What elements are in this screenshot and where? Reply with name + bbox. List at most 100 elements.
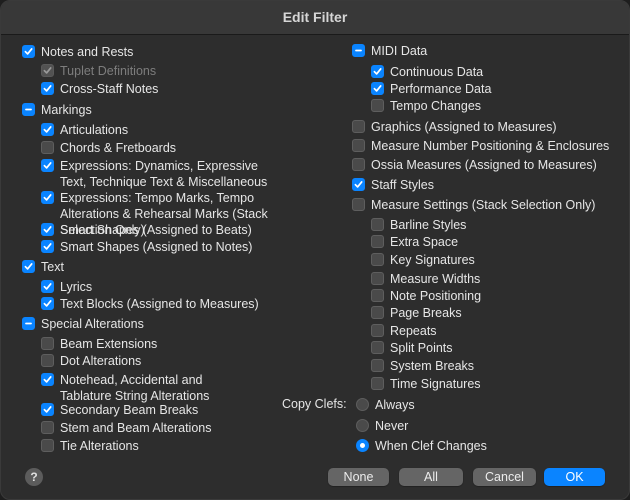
ok-button[interactable]: OK xyxy=(544,468,605,486)
checkbox-label: Text xyxy=(41,260,64,274)
cancel-button[interactable]: Cancel xyxy=(473,468,536,486)
checkbox[interactable] xyxy=(371,377,384,390)
filter-option-stem-and-beam-alterations[interactable]: Stem and Beam Alterations xyxy=(41,420,211,436)
checkbox[interactable] xyxy=(371,359,384,372)
filter-option-text-blocks-assigned-to-measures[interactable]: Text Blocks (Assigned to Measures) xyxy=(41,296,259,312)
radio-button[interactable] xyxy=(356,398,369,411)
filter-option-measure-widths[interactable]: Measure Widths xyxy=(371,271,480,287)
filter-option-performance-data[interactable]: Performance Data xyxy=(371,81,491,97)
checkbox[interactable] xyxy=(352,158,365,171)
filter-option-text[interactable]: Text xyxy=(22,259,64,275)
filter-option-cross-staff-notes[interactable]: Cross-Staff Notes xyxy=(41,81,158,97)
checkbox-label: Barline Styles xyxy=(390,218,467,232)
checkbox-label: Repeats xyxy=(390,324,437,338)
filter-option-extra-space[interactable]: Extra Space xyxy=(371,234,458,250)
checkbox[interactable] xyxy=(41,439,54,452)
checkbox[interactable] xyxy=(41,223,54,236)
checkbox[interactable] xyxy=(371,82,384,95)
checkbox[interactable] xyxy=(41,297,54,310)
checkbox[interactable] xyxy=(41,240,54,253)
checkbox[interactable] xyxy=(371,253,384,266)
filter-option-beam-extensions[interactable]: Beam Extensions xyxy=(41,336,157,352)
radio-button[interactable] xyxy=(356,419,369,432)
checkbox-label: Articulations xyxy=(60,123,129,137)
filter-option-special-alterations[interactable]: Special Alterations xyxy=(22,316,144,332)
filter-option-measure-settings-stack-selection-only[interactable]: Measure Settings (Stack Selection Only) xyxy=(352,197,595,213)
filter-option-tempo-changes[interactable]: Tempo Changes xyxy=(371,98,481,114)
radio-button[interactable] xyxy=(356,439,369,452)
checkbox[interactable] xyxy=(22,103,35,116)
checkbox[interactable] xyxy=(371,65,384,78)
help-button[interactable]: ? xyxy=(25,468,43,486)
none-button[interactable]: None xyxy=(328,468,389,486)
checkbox-label: Extra Space xyxy=(390,235,459,249)
checkbox-label: Measure Number Positioning & Enclosures xyxy=(371,139,610,153)
checkbox[interactable] xyxy=(22,317,35,330)
filter-option-tuplet-definitions: Tuplet Definitions xyxy=(41,63,156,79)
checkbox[interactable] xyxy=(41,403,54,416)
checkbox[interactable] xyxy=(41,354,54,367)
filter-option-smart-shapes-assigned-to-notes[interactable]: Smart Shapes (Assigned to Notes) xyxy=(41,239,252,255)
filter-option-measure-number-positioning-enclosures[interactable]: Measure Number Positioning & Enclosures xyxy=(352,138,609,154)
filter-option-notehead-accidental-and-tablature-string-alterations[interactable]: Notehead, Accidental and Tablature Strin… xyxy=(41,372,220,404)
filter-option-ossia-measures-assigned-to-measures[interactable]: Ossia Measures (Assigned to Measures) xyxy=(352,157,597,173)
checkbox[interactable] xyxy=(41,191,54,204)
checkbox[interactable] xyxy=(352,198,365,211)
checkbox[interactable] xyxy=(41,141,54,154)
edit-filter-dialog: Edit Filter Notes and Rests Tuplet Defini… xyxy=(0,0,630,500)
filter-option-split-points[interactable]: Split Points xyxy=(371,340,453,356)
filter-option-smart-shapes-assigned-to-beats[interactable]: Smart Shapes (Assigned to Beats) xyxy=(41,222,252,238)
filter-option-continuous-data[interactable]: Continuous Data xyxy=(371,64,483,80)
dialog-title: Edit Filter xyxy=(1,1,629,35)
checkbox[interactable] xyxy=(371,306,384,319)
checkbox-label: Key Signatures xyxy=(390,253,475,267)
filter-option-markings[interactable]: Markings xyxy=(22,102,92,118)
filter-option-dot-alterations[interactable]: Dot Alterations xyxy=(41,353,141,369)
checkbox-label: Chords & Fretboards xyxy=(60,141,177,155)
checkbox[interactable] xyxy=(41,82,54,95)
checkbox[interactable] xyxy=(371,218,384,231)
checkbox[interactable] xyxy=(371,235,384,248)
filter-option-notes-and-rests[interactable]: Notes and Rests xyxy=(22,44,133,60)
checkbox[interactable] xyxy=(41,421,54,434)
checkbox[interactable] xyxy=(41,337,54,350)
checkbox[interactable] xyxy=(371,289,384,302)
filter-option-chords-fretboards[interactable]: Chords & Fretboards xyxy=(41,140,176,156)
filter-option-articulations[interactable]: Articulations xyxy=(41,122,128,138)
checkbox[interactable] xyxy=(41,123,54,136)
copy-clefs-option-when-clef-changes[interactable]: When Clef Changes xyxy=(356,438,487,454)
checkbox[interactable] xyxy=(22,260,35,273)
checkbox[interactable] xyxy=(352,139,365,152)
checkbox[interactable] xyxy=(352,44,365,57)
filter-option-key-signatures[interactable]: Key Signatures xyxy=(371,252,475,268)
checkbox[interactable] xyxy=(41,280,54,293)
checkbox[interactable] xyxy=(352,178,365,191)
checkbox-label: Beam Extensions xyxy=(60,337,158,351)
filter-option-expressions-dynamics-expressive-text-technique-text-miscellaneous[interactable]: Expressions: Dynamics, Expressive Text, … xyxy=(41,158,285,190)
filter-option-time-signatures[interactable]: Time Signatures xyxy=(371,376,481,392)
checkbox-label: Markings xyxy=(41,103,92,117)
filter-option-page-breaks[interactable]: Page Breaks xyxy=(371,305,462,321)
checkbox-label: MIDI Data xyxy=(371,44,428,58)
filter-option-lyrics[interactable]: Lyrics xyxy=(41,279,92,295)
filter-option-barline-styles[interactable]: Barline Styles xyxy=(371,217,466,233)
filter-option-tie-alterations[interactable]: Tie Alterations xyxy=(41,438,139,454)
filter-option-repeats[interactable]: Repeats xyxy=(371,323,437,339)
checkbox[interactable] xyxy=(41,373,54,386)
filter-option-staff-styles[interactable]: Staff Styles xyxy=(352,177,434,193)
filter-option-secondary-beam-breaks[interactable]: Secondary Beam Breaks xyxy=(41,402,198,418)
checkbox[interactable] xyxy=(371,99,384,112)
checkbox[interactable] xyxy=(371,341,384,354)
filter-option-midi-data[interactable]: MIDI Data xyxy=(352,43,427,59)
checkbox[interactable] xyxy=(41,159,54,172)
copy-clefs-option-never[interactable]: Never xyxy=(356,418,408,434)
checkbox[interactable] xyxy=(352,120,365,133)
checkbox[interactable] xyxy=(22,45,35,58)
filter-option-note-positioning[interactable]: Note Positioning xyxy=(371,288,481,304)
checkbox[interactable] xyxy=(371,324,384,337)
all-button[interactable]: All xyxy=(399,468,463,486)
copy-clefs-option-always[interactable]: Always xyxy=(356,397,415,413)
filter-option-system-breaks[interactable]: System Breaks xyxy=(371,358,474,374)
filter-option-graphics-assigned-to-measures[interactable]: Graphics (Assigned to Measures) xyxy=(352,119,557,135)
checkbox[interactable] xyxy=(371,272,384,285)
